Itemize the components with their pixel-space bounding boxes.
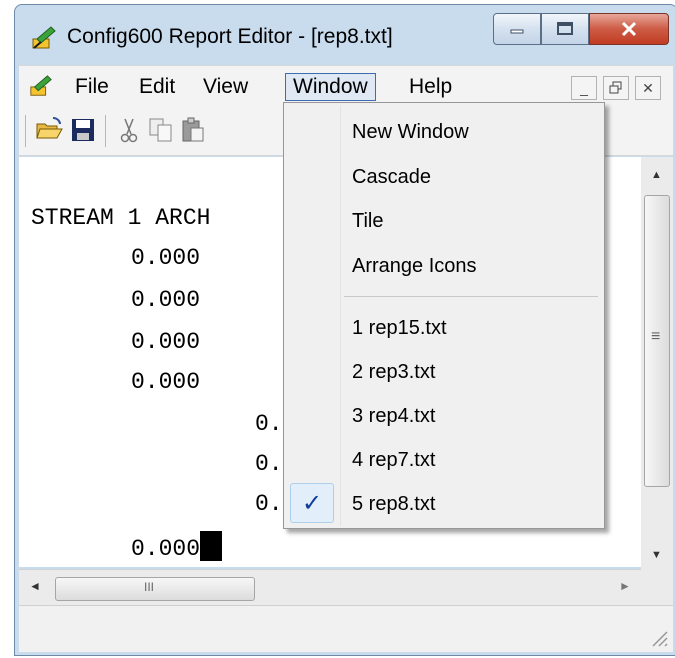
scrollbar-corner [641, 569, 673, 605]
window-menu-dropdown: New Window Cascade Tile Arrange Icons 1 … [283, 102, 605, 529]
mdi-minimize-icon: _ [580, 80, 588, 96]
scroll-grip-icon: ≡ [651, 328, 661, 345]
menu-item-cascade[interactable]: Cascade [286, 156, 602, 200]
scroll-hgrip-icon: III [144, 580, 155, 594]
save-icon[interactable] [69, 116, 97, 144]
toolbar-separator [105, 115, 106, 147]
scroll-up-icon[interactable]: ▲ [651, 169, 662, 181]
status-bar [19, 605, 673, 652]
scroll-right-icon[interactable]: ► [619, 579, 631, 593]
open-folder-icon[interactable] [35, 116, 63, 144]
config600-app-icon [32, 26, 56, 49]
report-line: 0.000 [131, 369, 201, 395]
window-title: Config600 Report Editor - [rep8.txt] [67, 25, 393, 48]
close-icon [621, 21, 637, 37]
menu-item-label: 4 rep7.txt [352, 449, 436, 471]
report-line: 0.000 [131, 287, 201, 313]
menu-item-file-1[interactable]: 1 rep15.txt [286, 307, 602, 351]
report-line: 0. [255, 411, 283, 437]
menu-help[interactable]: Help [401, 73, 460, 101]
menu-view[interactable]: View [195, 73, 256, 101]
menu-item-label: Tile [352, 210, 384, 232]
minimize-button[interactable] [493, 13, 541, 45]
menu-item-new-window[interactable]: New Window [286, 111, 602, 155]
report-line: STREAM 1 ARCH [31, 205, 211, 231]
menu-item-label: New Window [352, 121, 469, 143]
title-bar[interactable]: Config600 Report Editor - [rep8.txt] [15, 5, 675, 61]
report-line: 0.000 [131, 245, 201, 271]
report-line-cursor: 0.000 [131, 531, 223, 562]
menu-separator [344, 296, 598, 297]
horizontal-scroll-thumb[interactable]: III [55, 577, 255, 601]
mdi-minimize-button[interactable]: _ [571, 76, 597, 100]
text-caret [200, 531, 223, 561]
config600-menu-icon [30, 75, 52, 96]
menu-bar: File Edit View Window Help _ ✕ [19, 65, 673, 106]
menu-item-file-4[interactable]: 4 rep7.txt [286, 439, 602, 483]
cut-icon[interactable] [115, 116, 143, 144]
paste-icon[interactable] [179, 116, 207, 144]
vertical-scrollbar[interactable]: ▲ ≡ ▼ [641, 157, 673, 569]
menu-item-file-3[interactable]: 3 rep4.txt [286, 395, 602, 439]
resize-grip-icon[interactable] [649, 628, 669, 648]
mdi-close-button[interactable]: ✕ [635, 76, 661, 100]
menu-item-label: 1 rep15.txt [352, 317, 447, 339]
caption-buttons [493, 13, 669, 47]
menu-item-file-5[interactable]: ✓ 5 rep8.txt [286, 483, 602, 527]
report-line: 0.000 [131, 536, 201, 562]
report-line: 0.000 [131, 329, 201, 355]
menu-item-label: 3 rep4.txt [352, 405, 436, 427]
menu-item-label: Arrange Icons [352, 255, 477, 277]
report-line: 0. [255, 491, 283, 517]
mdi-restore-icon [609, 81, 622, 94]
mdi-restore-button[interactable] [603, 76, 629, 100]
mdi-close-icon: ✕ [642, 79, 654, 96]
menu-window[interactable]: Window [285, 73, 376, 101]
toolbar-grip [25, 115, 26, 147]
horizontal-scrollbar[interactable]: ◄ III ► [19, 569, 641, 606]
checkmark-icon: ✓ [290, 483, 334, 523]
minimize-icon [510, 29, 524, 34]
menu-item-label: 2 rep3.txt [352, 361, 436, 383]
vertical-scroll-thumb[interactable]: ≡ [644, 195, 670, 487]
copy-icon[interactable] [147, 116, 175, 144]
menu-file[interactable]: File [67, 73, 117, 101]
scroll-down-icon[interactable]: ▼ [651, 549, 662, 561]
maximize-button[interactable] [541, 13, 589, 45]
menu-edit[interactable]: Edit [131, 73, 183, 101]
close-button[interactable] [589, 13, 669, 45]
menu-item-file-2[interactable]: 2 rep3.txt [286, 351, 602, 395]
menu-item-label: 5 rep8.txt [352, 493, 436, 515]
scroll-left-icon[interactable]: ◄ [29, 579, 41, 593]
menu-item-arrange-icons[interactable]: Arrange Icons [286, 245, 602, 289]
menu-item-tile[interactable]: Tile [286, 200, 602, 244]
menu-item-label: Cascade [352, 166, 431, 188]
report-line: 0. [255, 451, 283, 477]
maximize-icon [557, 22, 573, 35]
